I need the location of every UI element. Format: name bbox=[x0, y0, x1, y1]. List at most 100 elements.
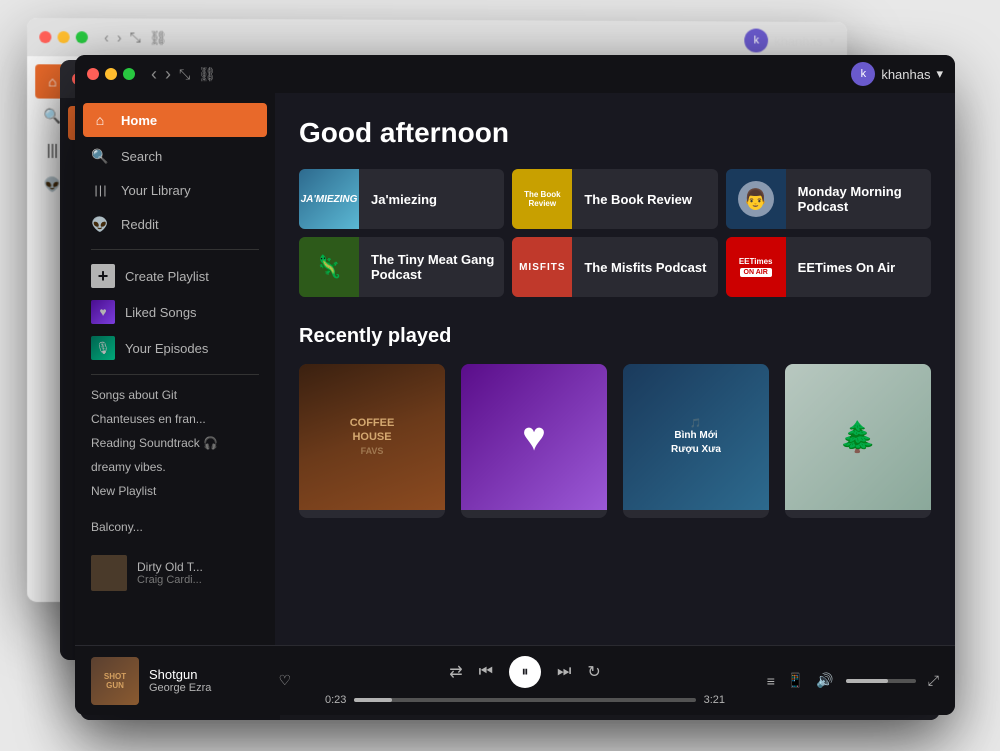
card-label-mmp-main: Monday Morning Podcast bbox=[798, 184, 931, 214]
heart-track-btn[interactable]: ♡ bbox=[278, 672, 291, 689]
card-jamiezing-main[interactable]: JA'MIEZING Ja'miezing bbox=[299, 169, 504, 229]
np-text-info: Shotgun George Ezra bbox=[149, 667, 260, 694]
rec-img-forest: 🌲 bbox=[785, 364, 931, 510]
recently-played-grid: COFFEEHOUSEFAVS ♥ 🎵 Bình MớiRượu Xư bbox=[299, 364, 931, 518]
np-progress-fill bbox=[354, 698, 392, 702]
link-icon-main: ⛓ bbox=[198, 66, 216, 83]
card-mmp-main[interactable]: 👨 Monday Morning Podcast bbox=[726, 169, 931, 229]
card-misfits-main[interactable]: MISFITS The Misfits Podcast bbox=[512, 237, 717, 297]
window-controls-main bbox=[87, 68, 135, 80]
np-progress-bg[interactable] bbox=[354, 698, 695, 702]
library-icon-main: | | | bbox=[91, 181, 109, 199]
dropdown-icon-1: ▾ bbox=[829, 33, 835, 49]
card-book-main[interactable]: The Book Review The Book Review bbox=[512, 169, 717, 229]
user-menu-1[interactable]: k khanhas ▾ bbox=[745, 29, 836, 53]
home-icon-main: ⌂ bbox=[91, 111, 109, 129]
sidebar-reddit-main[interactable]: 👽 Reddit bbox=[75, 207, 275, 241]
maximize-button-1[interactable] bbox=[76, 31, 88, 43]
repeat-button[interactable]: ↻ bbox=[587, 662, 600, 682]
playlist-dirty-item[interactable]: Dirty Old T... Craig Cardi... bbox=[75, 551, 275, 595]
forward-arrow-1[interactable]: › bbox=[117, 29, 122, 45]
rec-forest[interactable]: 🌲 bbox=[785, 364, 931, 518]
back-arrow-1[interactable]: ‹ bbox=[104, 29, 109, 45]
create-playlist-main[interactable]: + Create Playlist bbox=[75, 258, 275, 294]
window-main: ‹ › ⤡ ⛓ k khanhas ▾ ⌂ Home 🔍 Search | | … bbox=[75, 55, 955, 715]
user-avatar-1: k bbox=[745, 29, 769, 53]
fullscreen-button[interactable]: ⤢ bbox=[928, 672, 939, 689]
rec-liked[interactable]: ♥ bbox=[461, 364, 607, 518]
queue-button[interactable]: ≡ bbox=[767, 673, 775, 689]
next-button[interactable]: ⏭ bbox=[557, 663, 571, 681]
maximize-button-main[interactable] bbox=[123, 68, 135, 80]
user-menu-main[interactable]: k khanhas ▾ bbox=[851, 62, 943, 86]
volume-fill bbox=[846, 679, 888, 683]
playlist-item-3[interactable]: dreamy vibes. bbox=[75, 455, 275, 479]
now-playing-bar: SHOTGUN Shotgun George Ezra ♡ ⇄ ⏮ ⏸ ⏭ ↻ … bbox=[75, 645, 955, 715]
playlist-item-2[interactable]: Reading Soundtrack 🎧 bbox=[75, 431, 275, 455]
card-label-misfits-main: The Misfits Podcast bbox=[584, 260, 706, 275]
shuffle-button[interactable]: ⇄ bbox=[449, 662, 462, 682]
episodes-icon-main: 🎙 bbox=[91, 336, 115, 360]
episodes-main[interactable]: 🎙 Your Episodes bbox=[75, 330, 275, 366]
home-icon-1: ⌂ bbox=[43, 72, 61, 90]
window-controls-1 bbox=[39, 31, 88, 43]
sidebar-divider-main bbox=[91, 249, 259, 250]
playlist-item-6[interactable]: Balcony... bbox=[75, 515, 275, 539]
sidebar-search-main[interactable]: 🔍 Search bbox=[75, 139, 275, 173]
playlist-item-4[interactable]: New Playlist bbox=[75, 479, 275, 503]
close-button-1[interactable] bbox=[39, 31, 51, 43]
shrink-icon-1: ⤡ bbox=[130, 29, 141, 46]
rec-binh[interactable]: 🎵 Bình MớiRượu Xưa bbox=[623, 364, 769, 518]
play-pause-button[interactable]: ⏸ bbox=[509, 656, 541, 688]
prev-button[interactable]: ⏮ bbox=[479, 663, 493, 681]
username-main: khanhas bbox=[881, 67, 930, 82]
playlist-item-1[interactable]: Chanteuses en fran... bbox=[75, 407, 275, 431]
reddit-icon-main: 👽 bbox=[91, 215, 109, 233]
np-thumbnail: SHOTGUN bbox=[91, 657, 139, 705]
card-img-book-main: The Book Review bbox=[512, 169, 572, 229]
device-button[interactable]: 📱 bbox=[787, 672, 804, 689]
liked-icon-main: ♥ bbox=[91, 300, 115, 324]
titlebar-nav-1: ‹ › ⤡ ⛓ bbox=[104, 29, 167, 46]
card-img-jamiezing-main: JA'MIEZING bbox=[299, 169, 359, 229]
np-progress-bar-container: 0:23 3:21 bbox=[325, 694, 725, 706]
top-cards-grid: JA'MIEZING Ja'miezing The Book Review Th… bbox=[299, 169, 931, 297]
sidebar-main: ⌂ Home 🔍 Search | | | Your Library 👽 Red… bbox=[75, 93, 275, 645]
np-artist-name: George Ezra bbox=[149, 682, 260, 694]
search-icon-1: 🔍 bbox=[43, 107, 61, 125]
card-img-eetimes-main: EETimes ON AIR bbox=[726, 237, 786, 297]
user-avatar-main: k bbox=[851, 62, 875, 86]
recently-played-title: Recently played bbox=[299, 325, 931, 348]
app-layout-main: ⌂ Home 🔍 Search | | | Your Library 👽 Red… bbox=[75, 93, 955, 645]
titlebar-nav-main: ‹ › ⤡ ⛓ bbox=[151, 64, 216, 85]
rec-img-binh: 🎵 Bình MớiRượu Xưa bbox=[623, 364, 769, 510]
liked-songs-main[interactable]: ♥ Liked Songs bbox=[75, 294, 275, 330]
create-icon-main: + bbox=[91, 264, 115, 288]
sidebar-home-main[interactable]: ⌂ Home bbox=[83, 103, 267, 137]
volume-icon: 🔊 bbox=[816, 672, 833, 689]
card-img-misfits-main: MISFITS bbox=[512, 237, 572, 297]
library-icon-1: ||| bbox=[43, 141, 61, 159]
sidebar-library-main[interactable]: | | | Your Library bbox=[75, 173, 275, 207]
playlist-item-0[interactable]: Songs about Git bbox=[75, 383, 275, 407]
card-img-mmp-main: 👨 bbox=[726, 169, 786, 229]
np-control-buttons: ⇄ ⏮ ⏸ ⏭ ↻ bbox=[449, 656, 601, 688]
card-tmg-main[interactable]: 🦎 The Tiny Meat Gang Podcast bbox=[299, 237, 504, 297]
shrink-icon-main: ⤡ bbox=[179, 66, 190, 83]
volume-slider[interactable] bbox=[846, 679, 916, 683]
titlebar-main: ‹ › ⤡ ⛓ k khanhas ▾ bbox=[75, 55, 955, 93]
sidebar-playlist-list: Songs about Git Chanteuses en fran... Re… bbox=[75, 383, 275, 637]
np-controls: ⇄ ⏮ ⏸ ⏭ ↻ 0:23 3:21 bbox=[307, 656, 743, 706]
close-button-main[interactable] bbox=[87, 68, 99, 80]
minimize-button-1[interactable] bbox=[58, 31, 70, 43]
card-label-tmg-main: The Tiny Meat Gang Podcast bbox=[371, 252, 504, 282]
card-label-eetimes-main: EETimes On Air bbox=[798, 260, 896, 275]
minimize-button-main[interactable] bbox=[105, 68, 117, 80]
card-label-jamiezing-main: Ja'miezing bbox=[371, 192, 437, 207]
rec-img-coffeehouse: COFFEEHOUSEFAVS bbox=[299, 364, 445, 510]
forward-arrow-main[interactable]: › bbox=[165, 64, 171, 85]
back-arrow-main[interactable]: ‹ bbox=[151, 64, 157, 85]
rec-coffeehouse[interactable]: COFFEEHOUSEFAVS bbox=[299, 364, 445, 518]
card-eetimes-main[interactable]: EETimes ON AIR EETimes On Air bbox=[726, 237, 931, 297]
titlebar-1: ‹ › ⤡ ⛓ k khanhas ▾ bbox=[27, 18, 847, 60]
